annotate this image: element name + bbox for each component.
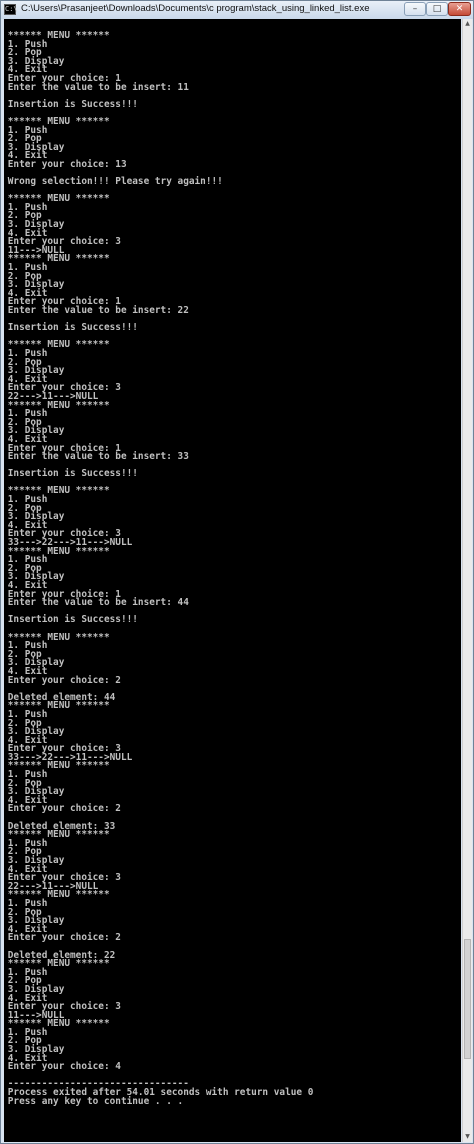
console-line: Enter your choice: 2 [7, 932, 121, 944]
console-line: 1. Push [7, 347, 48, 359]
vertical-scrollbar[interactable]: ▲ ▼ [462, 19, 472, 1142]
console-line: Enter the value to be insert: 44 [7, 597, 189, 609]
console-line: 1. Push [7, 966, 48, 978]
console-line: Insertion is Success!!! [7, 614, 138, 626]
console-line: 3. Display [7, 571, 65, 583]
console-line: 2. Pop [7, 648, 42, 660]
console-line: ****** MENU ****** [7, 760, 110, 772]
console-line: ****** MENU ****** [7, 339, 110, 351]
console-line: 3. Display [7, 726, 65, 738]
console-line: Enter the value to be insert: 33 [7, 451, 189, 463]
console-line: 3. Display [7, 55, 65, 67]
console-line: Enter your choice: 2 [7, 803, 121, 815]
console-line: ****** MENU ****** [7, 399, 110, 411]
console-line: 3. Display [7, 511, 65, 523]
console-line: Enter the value to be insert: 11 [7, 81, 189, 93]
window-title: C:\Users\Prasanjeet\Downloads\Documents\… [21, 3, 370, 14]
console-line: 1. Push [7, 201, 48, 213]
console-line: 2. Pop [7, 356, 42, 368]
console-line: 1. Push [7, 408, 48, 420]
console-line: 3. Display [7, 425, 65, 437]
console-line: ****** MENU ****** [7, 700, 110, 712]
console-output-area[interactable]: ****** MENU ****** 1. Push 2. Pop 3. Displa… [4, 19, 461, 1142]
console-line: 2. Pop [7, 416, 42, 428]
console-line: 3. Display [7, 219, 65, 231]
console-line: 3. Display [7, 915, 65, 927]
console-line: 1. Push [7, 1026, 48, 1038]
console-line: 1. Push [7, 640, 48, 652]
title-bar[interactable]: C:\ C:\Users\Prasanjeet\Downloads\Docume… [1, 1, 473, 19]
console-line: Enter your choice: 3 [7, 1001, 121, 1013]
console-line: 1. Push [7, 897, 48, 909]
console-line: Enter the value to be insert: 22 [7, 305, 189, 316]
console-line: 3. Display [7, 141, 65, 153]
console-line: Enter your choice: 3 [7, 236, 121, 248]
console-line: 3. Display [7, 1044, 65, 1056]
console-line: Enter your choice: 2 [7, 674, 121, 686]
scroll-up-arrow-icon[interactable]: ▲ [463, 19, 472, 29]
console-line: 2. Pop [7, 210, 42, 222]
console-line: 2. Pop [7, 717, 42, 729]
scrollbar-thumb[interactable] [464, 939, 471, 1059]
console-line: 1. Push [7, 262, 48, 274]
console-line: 1. Push [7, 494, 48, 506]
console-line: 1. Push [7, 554, 48, 566]
console-line: Insertion is Success!!! [7, 468, 138, 480]
console-line: 2. Pop [7, 1035, 42, 1047]
console-line: Insertion is Success!!! [7, 98, 138, 110]
console-app-icon: C:\ [4, 4, 18, 15]
console-line: 2. Pop [7, 777, 42, 789]
console-line: ****** MENU ****** [7, 193, 110, 205]
console-line: 1. Push [7, 124, 48, 136]
console-line: 1. Push [7, 38, 48, 50]
console-line: 1. Push [7, 708, 48, 720]
console-text: ****** MENU ****** 1. Push 2. Pop 3. Displa… [4, 19, 434, 1106]
console-line: 3. Display [7, 365, 65, 377]
minimize-button[interactable]: – [404, 2, 426, 16]
console-line: ****** MENU ****** [7, 253, 110, 265]
console-line: Enter your choice: 13 [7, 158, 127, 170]
console-line: 2. Pop [7, 47, 42, 59]
console-line: ****** MENU ****** [7, 545, 110, 557]
console-line: ****** MENU ****** [7, 631, 110, 643]
console-line: 2. Pop [7, 502, 42, 514]
console-window: C:\ C:\Users\Prasanjeet\Downloads\Docume… [0, 0, 474, 1144]
console-line: Enter your choice: 4 [7, 1061, 121, 1073]
scroll-down-arrow-icon[interactable]: ▼ [463, 1132, 472, 1142]
console-line: Press any key to continue . . . [7, 1095, 184, 1107]
console-line: 2. Pop [7, 846, 42, 858]
console-line: 3. Display [7, 786, 65, 798]
console-line: 2. Pop [7, 562, 42, 574]
console-line: 1. Push [7, 837, 48, 849]
console-line: 3. Display [7, 855, 65, 866]
console-line: ****** MENU ****** [7, 958, 110, 970]
console-line: ****** MENU ****** [7, 485, 110, 497]
console-line: 3. Display [7, 279, 65, 291]
maximize-button[interactable]: □ [426, 2, 448, 16]
console-line: ****** MENU ****** [7, 115, 110, 127]
console-line: ****** MENU ****** [7, 889, 110, 901]
console-line: 2. Pop [7, 270, 42, 282]
console-line: 2. Pop [7, 133, 42, 145]
console-line: 1. Push [7, 769, 48, 781]
console-line: ****** MENU ****** [7, 829, 110, 841]
console-line: 3. Display [7, 657, 65, 669]
console-line: 3. Display [7, 983, 65, 995]
console-line: Insertion is Success!!! [7, 322, 138, 334]
close-button[interactable]: ✕ [448, 2, 471, 16]
console-line: 2. Pop [7, 975, 42, 987]
console-line: Wrong selection!!! Please try again!!! [7, 176, 223, 188]
console-line: 2. Pop [7, 906, 42, 918]
console-line: ****** MENU ****** [7, 30, 110, 41]
console-line: ****** MENU ****** [7, 1018, 110, 1030]
